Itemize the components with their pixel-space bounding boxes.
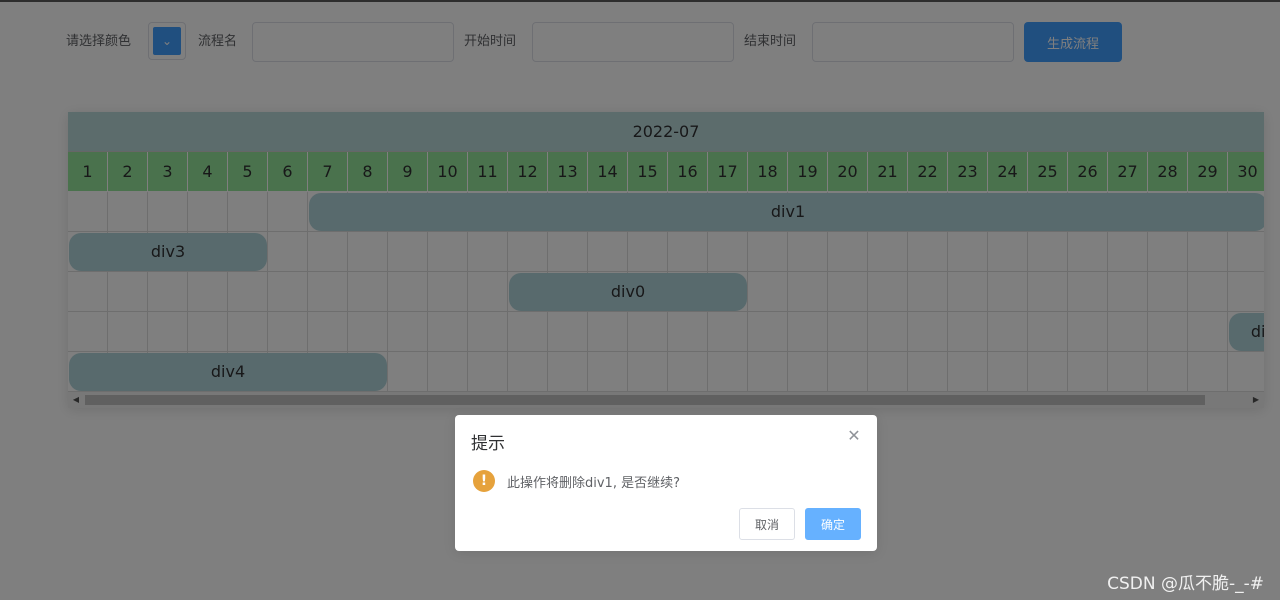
confirm-dialog: 提示 ✕ ! 此操作将删除div1, 是否继续? 取消 确定 — [455, 415, 877, 551]
watermark: CSDN @瓜不脆-_-# — [1107, 574, 1264, 594]
dialog-message: 此操作将删除div1, 是否继续? — [507, 476, 680, 491]
dialog-title: 提示 — [471, 434, 505, 454]
confirm-button[interactable]: 确定 — [805, 508, 861, 540]
cancel-button[interactable]: 取消 — [739, 508, 795, 540]
warning-icon: ! — [473, 470, 495, 492]
close-icon[interactable]: ✕ — [847, 428, 861, 444]
